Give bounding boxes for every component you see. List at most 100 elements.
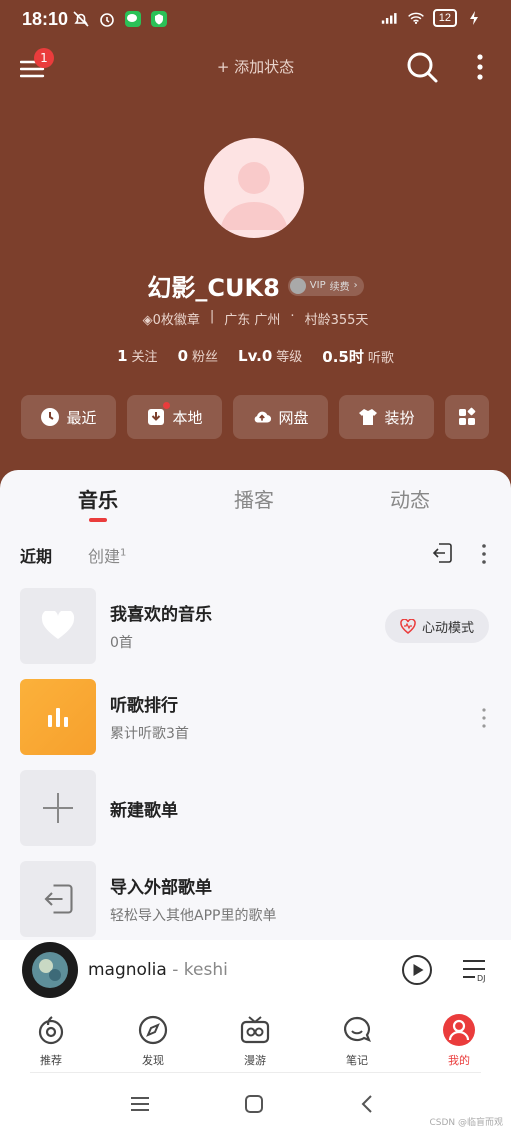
cloud-upload-icon	[252, 407, 272, 427]
song-separator: -	[166, 960, 184, 980]
badges-count[interactable]: ◈0枚徽章	[143, 309, 200, 328]
download-icon	[146, 407, 166, 427]
vertical-dots-icon	[477, 54, 483, 80]
stat-listening-time[interactable]: 0.5时 听歌	[322, 346, 394, 367]
vip-level-icon	[289, 277, 306, 294]
song-artist: keshi	[183, 960, 228, 980]
quick-actions: 最近 本地 网盘 装扮	[21, 395, 489, 439]
nav-recommend[interactable]: 推荐	[11, 1014, 91, 1068]
home-icon	[245, 1095, 263, 1113]
stat-followers[interactable]: 0 粉丝	[178, 346, 218, 367]
import-icon	[432, 543, 452, 563]
home-button[interactable]	[242, 1092, 266, 1116]
alarm-icon	[98, 10, 116, 28]
signal-icon	[381, 9, 399, 27]
content-tabs: 音乐 播客 动态	[0, 484, 511, 524]
nav-mine[interactable]: 我的	[419, 1014, 499, 1068]
back-button[interactable]	[356, 1092, 380, 1116]
playlist-count: 累计听歌3首	[110, 726, 189, 742]
nav-discover[interactable]: 发现	[113, 1014, 193, 1068]
vip-renew-label: 续费	[329, 282, 350, 293]
tab-music[interactable]: 音乐	[38, 484, 158, 513]
clock-icon	[40, 407, 60, 427]
more-apps-button[interactable]	[445, 395, 489, 439]
stat-following[interactable]: 1 关注	[117, 346, 157, 367]
charging-icon	[465, 9, 483, 27]
top-bar: 1 + 添加状态	[0, 46, 511, 86]
recents-button[interactable]	[128, 1092, 152, 1116]
new-playlist[interactable]: 新建歌单	[20, 770, 490, 846]
playlist-liked[interactable]: 我喜欢的音乐 0首 心动模式	[20, 588, 490, 664]
radio-icon	[239, 1014, 271, 1046]
subtab-recent[interactable]: 近期	[20, 543, 52, 567]
profile-stats: 1 关注 0 粉丝 Lv.0 等级 0.5时 听歌	[0, 346, 511, 367]
search-button[interactable]	[405, 50, 439, 84]
divider	[30, 1072, 481, 1073]
more-options-button[interactable]	[470, 52, 490, 82]
playlist-subtabs: 近期 创建1	[20, 543, 490, 567]
village-age: 村龄355天	[304, 313, 369, 328]
heart-icon	[41, 611, 75, 639]
username: 幻影_CUK8	[147, 274, 280, 302]
subtab-more-button[interactable]	[480, 543, 488, 565]
shirt-icon	[358, 407, 378, 427]
dress-up-button[interactable]: 装扮	[339, 395, 434, 439]
back-icon	[361, 1095, 372, 1113]
mute-bell-icon	[72, 10, 90, 28]
default-avatar-icon	[220, 162, 288, 230]
playlist-title: 导入外部歌单	[110, 878, 212, 898]
recent-button[interactable]: 最近	[21, 395, 116, 439]
bottom-navigation: 推荐 发现 漫游 笔记 我的	[0, 1002, 511, 1074]
location: 广东 广州	[224, 313, 281, 328]
playlist-ranking[interactable]: 听歌排行 累计听歌3首	[20, 679, 490, 755]
row-more-button[interactable]	[480, 707, 488, 729]
playlist-title: 我喜欢的音乐	[110, 605, 212, 625]
status-bar: 18:10 12	[0, 0, 511, 40]
system-navigation: CSDN @临盲而观	[0, 1074, 511, 1134]
subtab-created[interactable]: 创建1	[88, 543, 126, 567]
play-button[interactable]	[401, 954, 433, 986]
album-cover-icon	[23, 943, 77, 997]
stat-level[interactable]: Lv.0 等级	[238, 346, 302, 367]
tab-moments[interactable]: 动态	[350, 484, 470, 513]
vip-badge[interactable]: VIP 续费 ›	[287, 275, 364, 296]
ranking-cover	[20, 679, 96, 755]
liked-cover	[20, 588, 96, 664]
avatar[interactable]	[204, 138, 304, 238]
wifi-icon	[407, 9, 425, 27]
user-icon	[443, 1014, 475, 1046]
vip-label: VIP	[309, 280, 326, 291]
created-count: 1	[120, 547, 127, 559]
local-new-dot	[163, 402, 170, 409]
shield-app-icon	[150, 10, 168, 28]
playlist-description: 轻松导入其他APP里的歌单	[110, 908, 277, 924]
local-button[interactable]: 本地	[127, 395, 222, 439]
wechat-icon	[124, 10, 142, 28]
nav-roam[interactable]: 漫游	[215, 1014, 295, 1068]
profile-info: ◈0枚徽章 | 广东 广州 · 村龄355天	[142, 309, 369, 328]
battery-indicator: 12	[432, 9, 457, 27]
search-icon	[407, 52, 438, 83]
playlist-title: 新建歌单	[110, 801, 178, 821]
content-panel: 音乐 播客 动态 近期 创建1 我喜欢的音乐 0首 心动模式 听歌排行 累计听歌…	[0, 470, 511, 940]
import-playlist[interactable]: 导入外部歌单 轻松导入其他APP里的歌单	[20, 861, 490, 937]
album-art	[22, 942, 78, 998]
import-button[interactable]	[430, 541, 454, 565]
tab-podcast[interactable]: 播客	[194, 484, 314, 513]
vertical-dots-icon	[482, 544, 486, 564]
grid-icon	[457, 407, 477, 427]
chat-icon	[341, 1014, 373, 1046]
chevron-right-icon: ›	[353, 280, 358, 291]
status-time: 18:10	[22, 9, 69, 29]
heartbeat-icon	[400, 618, 416, 634]
mini-player[interactable]: magnolia - keshi DJ	[0, 940, 511, 1002]
playlist-queue-button[interactable]: DJ	[461, 957, 489, 983]
cloud-drive-button[interactable]: 网盘	[233, 395, 328, 439]
svg-text:DJ: DJ	[477, 974, 486, 983]
heartbeat-mode-button[interactable]: 心动模式	[385, 609, 489, 643]
import-icon	[44, 884, 73, 914]
import-cover	[20, 861, 96, 937]
song-title: magnolia	[88, 960, 167, 980]
playlist-title: 听歌排行	[110, 696, 178, 716]
nav-notes[interactable]: 笔记	[317, 1014, 397, 1068]
